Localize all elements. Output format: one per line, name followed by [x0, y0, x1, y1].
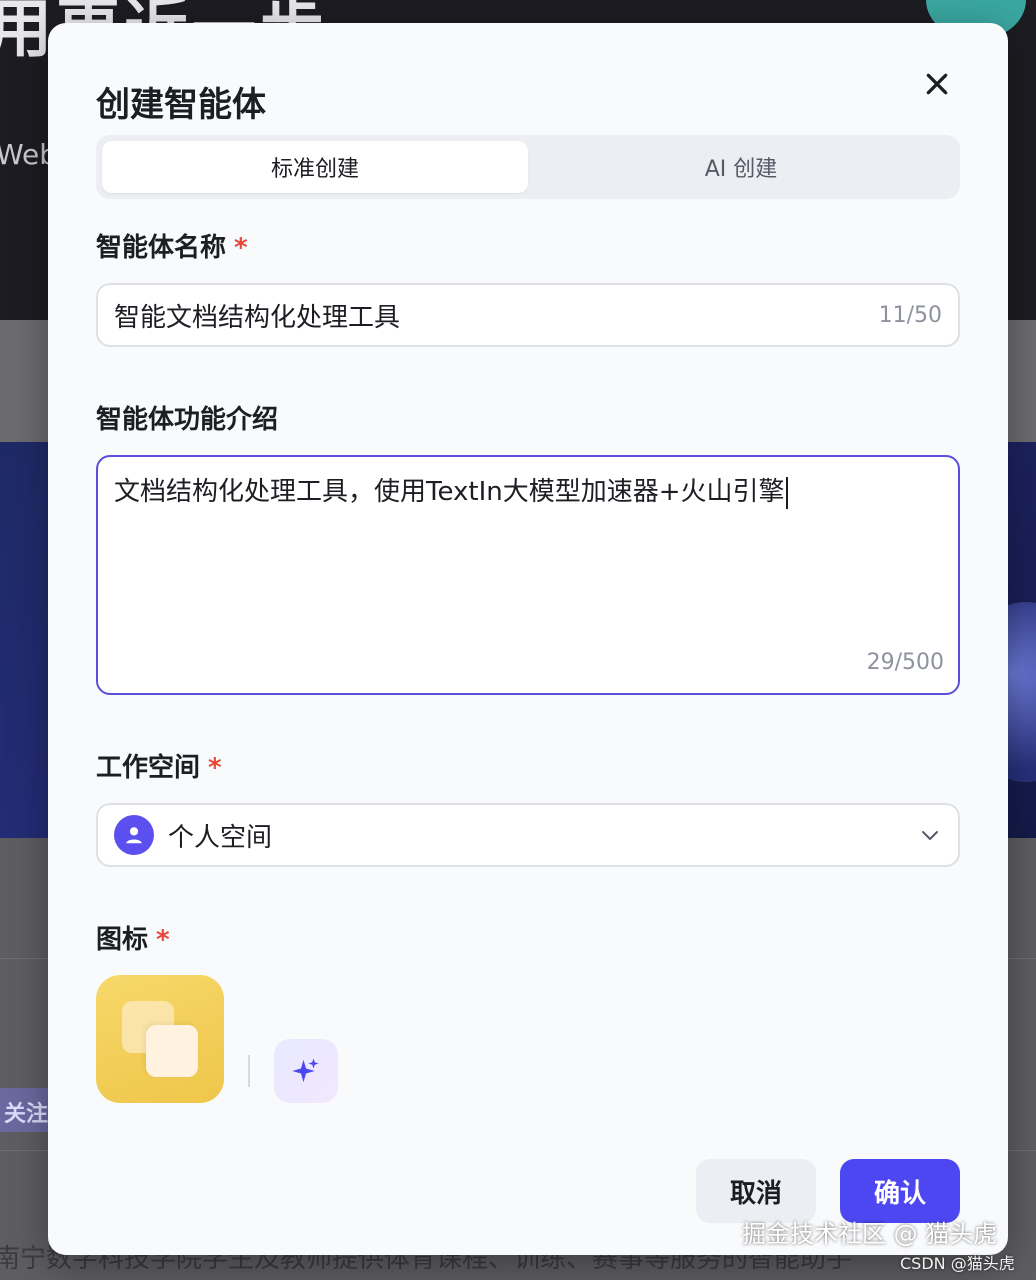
close-button[interactable]: [914, 61, 960, 107]
dialog-title: 创建智能体: [96, 85, 266, 125]
agent-icon-front-square: [146, 1025, 198, 1077]
required-mark: *: [234, 233, 248, 263]
text-caret: [785, 476, 788, 509]
required-mark: *: [208, 753, 222, 783]
icon-divider: [248, 1055, 250, 1087]
workspace-label-text: 工作空间: [96, 753, 201, 783]
agent-description-label: 智能体功能介绍: [96, 399, 278, 436]
person-icon: [114, 815, 154, 855]
watermark-csdn: CSDN @猫头虎: [900, 1254, 1015, 1273]
agent-name-input[interactable]: 智能文档结构化处理工具 11/50: [96, 283, 960, 347]
agent-name-counter: 11/50: [878, 302, 942, 328]
close-icon: [926, 73, 948, 95]
agent-icon-preview[interactable]: [96, 975, 224, 1103]
chevron-down-icon: [922, 831, 938, 840]
watermark-juejin: 掘金技术社区 @ 猫头虎: [742, 1220, 998, 1248]
ai-generate-icon-button[interactable]: [274, 1039, 338, 1103]
agent-name-value: 智能文档结构化处理工具: [114, 302, 401, 333]
agent-description-textarea[interactable]: 文档结构化处理工具，使用TextIn大模型加速器+火山引擎 29/500: [96, 455, 960, 695]
workspace-label: 工作空间 *: [96, 747, 222, 784]
agent-description-value-wrap: 文档结构化处理工具，使用TextIn大模型加速器+火山引擎: [114, 471, 788, 509]
agent-name-label-text: 智能体名称: [96, 233, 227, 263]
create-mode-tabs: 标准创建 AI 创建: [96, 135, 960, 199]
agent-name-label: 智能体名称 *: [96, 227, 248, 264]
required-mark: *: [156, 925, 170, 955]
workspace-value: 个人空间: [168, 822, 273, 853]
sparkle-icon: [292, 1058, 319, 1083]
agent-description-label-text: 智能体功能介绍: [96, 405, 279, 435]
create-agent-dialog: 创建智能体 标准创建 AI 创建 智能体名称 * 智能文档结构化处理工具 11/5…: [48, 23, 1008, 1255]
workspace-select[interactable]: 个人空间: [96, 803, 960, 867]
tab-standard-create[interactable]: 标准创建: [102, 141, 528, 193]
tab-ai-create[interactable]: AI 创建: [528, 141, 954, 193]
icon-label-text: 图标: [96, 925, 149, 955]
user-icon: [126, 827, 142, 844]
agent-description-value: 文档结构化处理工具，使用TextIn大模型加速器+火山引擎: [114, 477, 785, 507]
agent-description-counter: 29/500: [866, 650, 944, 675]
icon-label: 图标 *: [96, 919, 170, 956]
